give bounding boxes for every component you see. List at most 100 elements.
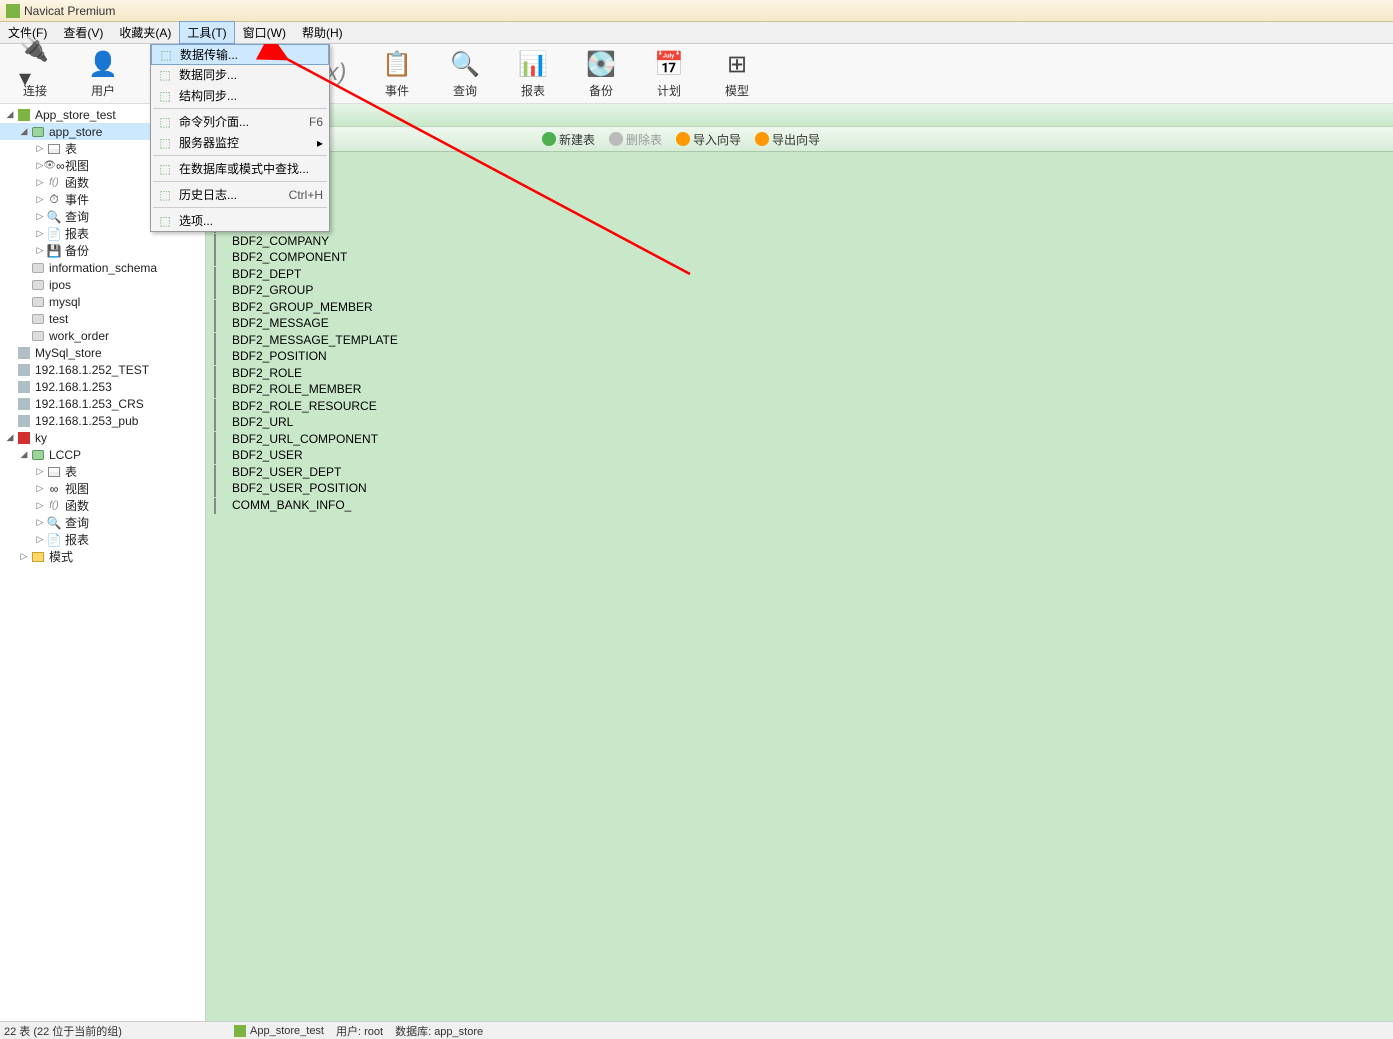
db-work-order[interactable]: work_order: [0, 327, 205, 344]
table-icon: [214, 433, 228, 445]
lccp-functions[interactable]: ▷f()函数: [0, 497, 205, 514]
db-info-schema[interactable]: information_schema: [0, 259, 205, 276]
table-item[interactable]: BDF2_URL_COMPONENT: [214, 431, 1385, 448]
mysql-icon: [18, 364, 30, 376]
table-item[interactable]: BDF2_COMPONENT: [214, 249, 1385, 266]
view-icon: ∞: [46, 482, 62, 496]
btn-import[interactable]: 导入向导: [676, 131, 741, 148]
tool-schedule[interactable]: 📅计划: [644, 48, 694, 99]
view-icon: ∞: [46, 159, 62, 173]
conn-253-crs[interactable]: 192.168.1.253_CRS: [0, 395, 205, 412]
menu-favorites[interactable]: 收藏夹(A): [111, 21, 179, 44]
database-icon: [32, 331, 44, 341]
database-icon: [32, 263, 44, 273]
table-item[interactable]: BDF2_ROLE_MEMBER: [214, 381, 1385, 398]
table-item[interactable]: BDF2_MESSAGE_TEMPLATE: [214, 332, 1385, 349]
lccp-views[interactable]: ▷∞视图: [0, 480, 205, 497]
table-item[interactable]: BDF2_COMPANY: [214, 233, 1385, 250]
btn-new-table[interactable]: 新建表: [542, 131, 595, 148]
status-db: 数据库: app_store: [395, 1023, 483, 1039]
menu-item[interactable]: ⬚历史日志...Ctrl+H: [151, 184, 329, 205]
tool-model[interactable]: ⊞模型: [712, 48, 762, 99]
table-item[interactable]: BDF2_POSITION: [214, 348, 1385, 365]
table-icon: [214, 383, 228, 395]
table-item[interactable]: BDF2_DEPT: [214, 266, 1385, 283]
table-icon: [214, 284, 228, 296]
menu-window[interactable]: 窗口(W): [235, 21, 294, 44]
table-item[interactable]: BDF2_URL: [214, 414, 1385, 431]
table-item[interactable]: BDF2_ROLE: [214, 365, 1385, 382]
menu-icon: ⬚: [155, 67, 175, 83]
report-icon: 📊: [517, 48, 549, 80]
menu-tools[interactable]: 工具(T): [179, 21, 234, 44]
conn-mysql-store[interactable]: MySql_store: [0, 344, 205, 361]
table-item[interactable]: BDF2_ROLE_RESOURCE: [214, 398, 1385, 415]
tree-backup[interactable]: ▷💾备份: [0, 242, 205, 259]
app-icon: [6, 4, 20, 18]
btn-delete-table[interactable]: 删除表: [609, 131, 662, 148]
db-lccp[interactable]: ◢LCCP: [0, 446, 205, 463]
database-icon: [32, 280, 44, 290]
tool-query[interactable]: 🔍查询: [440, 48, 490, 99]
table-icon: [214, 482, 228, 494]
table-item[interactable]: BDF2_USER: [214, 447, 1385, 464]
database-icon: [32, 450, 44, 460]
tool-connect[interactable]: 🔌▾连接: [10, 48, 60, 99]
query-icon: 🔍: [46, 210, 62, 224]
table-item[interactable]: APP_VERSION: [214, 216, 1385, 233]
table-icon: [214, 235, 228, 247]
menu-item[interactable]: ⬚数据传输...: [151, 44, 329, 65]
table-icon: [214, 268, 228, 280]
mysql-icon: [18, 109, 30, 121]
menu-item[interactable]: ⬚结构同步...: [151, 85, 329, 106]
table-item[interactable]: BDF2_GROUP_MEMBER: [214, 299, 1385, 316]
db-mysql[interactable]: mysql: [0, 293, 205, 310]
tool-report[interactable]: 📊报表: [508, 48, 558, 99]
menu-item[interactable]: ⬚数据同步...: [151, 64, 329, 85]
table-icon: [214, 367, 228, 379]
lccp-queries[interactable]: ▷🔍查询: [0, 514, 205, 531]
database-icon: [32, 297, 44, 307]
table-item[interactable]: COMM_BANK_INFO_: [214, 497, 1385, 514]
conn-253-pub[interactable]: 192.168.1.253_pub: [0, 412, 205, 429]
menu-help[interactable]: 帮助(H): [294, 21, 351, 44]
table-item[interactable]: BDF2_MESSAGE: [214, 315, 1385, 332]
menu-item[interactable]: ⬚服务器监控▸: [151, 132, 329, 153]
status-user: 用户: root: [336, 1023, 383, 1039]
table-icon: [214, 499, 228, 511]
table-icon: [214, 466, 228, 478]
db-test[interactable]: test: [0, 310, 205, 327]
backup-icon: 💾: [46, 244, 62, 258]
plus-icon: [542, 132, 556, 146]
report-icon: 📄: [46, 533, 62, 547]
tool-user[interactable]: 👤用户: [78, 48, 128, 99]
menu-item[interactable]: ⬚选项...: [151, 210, 329, 231]
table-icon: [214, 350, 228, 362]
tool-backup[interactable]: 💽备份: [576, 48, 626, 99]
conn-252-test[interactable]: 192.168.1.252_TEST: [0, 361, 205, 378]
menu-item[interactable]: ⬚在数据库或模式中查找...: [151, 158, 329, 179]
table-icon: [48, 144, 60, 154]
table-item[interactable]: BDF2_USER_DEPT: [214, 464, 1385, 481]
db-ipos[interactable]: ipos: [0, 276, 205, 293]
menu-icon: ⬚: [155, 135, 175, 151]
menu-view[interactable]: 查看(V): [55, 21, 111, 44]
btn-export[interactable]: 导出向导: [755, 131, 820, 148]
tool-event[interactable]: 📋事件: [372, 48, 422, 99]
tree-schema[interactable]: ▷模式: [0, 548, 205, 565]
lccp-reports[interactable]: ▷📄报表: [0, 531, 205, 548]
conn-253[interactable]: 192.168.1.253: [0, 378, 205, 395]
table-item[interactable]: BDF2_USER_POSITION: [214, 480, 1385, 497]
table-icon: [214, 334, 228, 346]
menu-item[interactable]: ⬚命令列介面...F6: [151, 111, 329, 132]
table-list[interactable]: APP_VERSIONBDF2_COMPANYBDF2_COMPONENTBDF…: [206, 152, 1393, 1021]
function-icon: f(): [46, 176, 62, 190]
database-icon: [32, 127, 44, 137]
conn-ky[interactable]: ◢ky: [0, 429, 205, 446]
status-left: 22 表 (22 位于当前的组): [0, 1023, 230, 1039]
sidebar-tree[interactable]: ◢App_store_test ◢app_store ▷表 ▷∞视图 ▷f()函…: [0, 104, 206, 1021]
menu-icon: ⬚: [155, 187, 175, 203]
event-icon: 📋: [381, 48, 413, 80]
lccp-tables[interactable]: ▷表: [0, 463, 205, 480]
table-item[interactable]: BDF2_GROUP: [214, 282, 1385, 299]
